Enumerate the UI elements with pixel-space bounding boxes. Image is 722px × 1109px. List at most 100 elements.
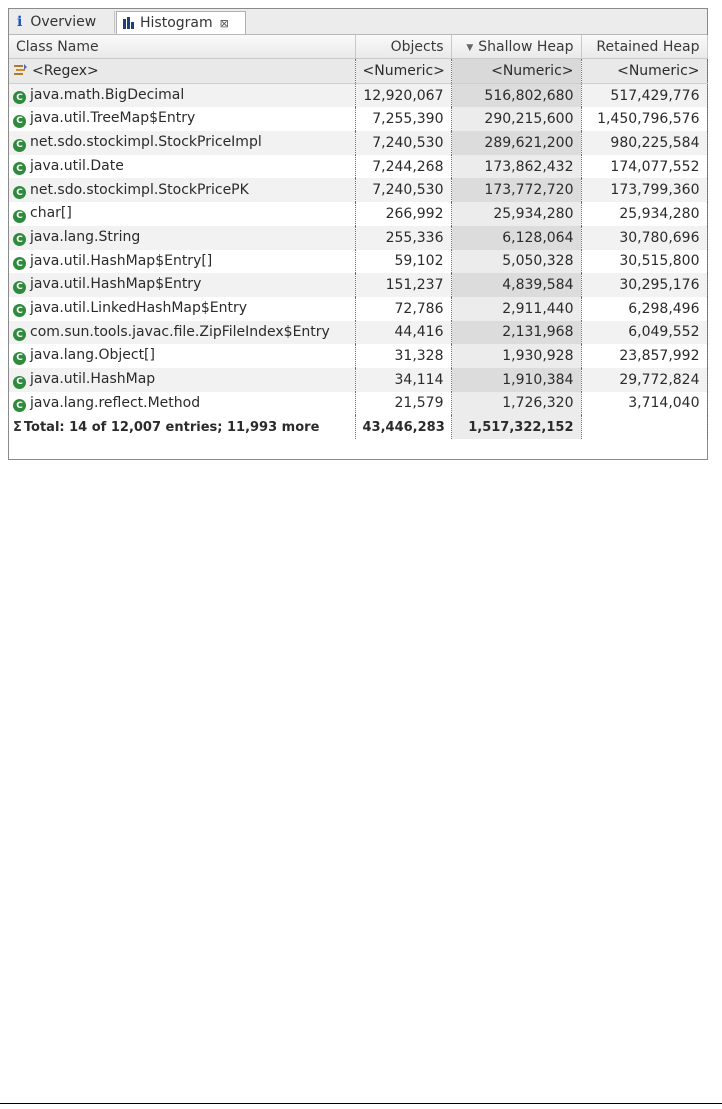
shallow-heap-cell: 289,621,200 bbox=[451, 131, 582, 155]
shallow-heap-cell: 4,839,584 bbox=[451, 273, 582, 297]
column-header-shallow-heap[interactable]: ▼ Shallow Heap bbox=[451, 35, 582, 59]
table-row[interactable]: Cjava.util.Date 7,244,268 173,862,432 174,0… bbox=[9, 154, 708, 179]
histogram-view: i Overview Histogram ⊠ Class Name Object… bbox=[8, 8, 708, 460]
sort-descending-icon: ▼ bbox=[466, 42, 474, 53]
total-shallow-heap: 1,517,322,152 bbox=[451, 415, 582, 439]
column-header-objects[interactable]: Objects bbox=[355, 35, 452, 59]
histogram-table: Class Name Objects ▼ Shallow Heap Retaine… bbox=[9, 35, 708, 439]
column-header-objects-label: Objects bbox=[390, 38, 444, 55]
objects-cell: 72,786 bbox=[355, 296, 452, 321]
table-row[interactable]: Cjava.util.HashMap$Entry[] 59,102 5,050,32… bbox=[9, 249, 708, 274]
class-name: java.lang.reflect.Method bbox=[30, 394, 201, 411]
class-name: java.util.Date bbox=[30, 157, 124, 174]
regex-filter-icon bbox=[14, 63, 27, 75]
objects-filter[interactable]: <Numeric> bbox=[355, 58, 452, 84]
class-name: java.util.HashMap$Entry bbox=[30, 276, 202, 293]
table-row[interactable]: Cjava.util.LinkedHashMap$Entry 72,786 2,91… bbox=[9, 296, 708, 321]
tab-histogram[interactable]: Histogram ⊠ bbox=[116, 11, 246, 34]
total-row: Σ Total: 14 of 12,007 entries; 11,993 mor… bbox=[9, 415, 708, 439]
class-name: java.util.LinkedHashMap$Entry bbox=[30, 299, 248, 316]
table-row[interactable]: Cjava.util.TreeMap$Entry 7,255,390 290,215… bbox=[9, 107, 708, 132]
total-label-cell: Σ Total: 14 of 12,007 entries; 11,993 mor… bbox=[9, 415, 356, 439]
class-icon: C bbox=[13, 186, 26, 200]
shallow-heap-cell: 1,910,384 bbox=[451, 367, 582, 392]
histogram-icon bbox=[123, 17, 135, 29]
info-icon: i bbox=[17, 14, 23, 30]
column-header-shallow-heap-label: Shallow Heap bbox=[478, 38, 574, 55]
page-rule bbox=[0, 1103, 722, 1104]
shallow-heap-cell: 6,128,064 bbox=[451, 225, 582, 250]
class-name-cell: Cchar[] bbox=[9, 202, 356, 226]
shallow-heap-filter[interactable]: <Numeric> bbox=[451, 58, 582, 84]
shallow-heap-cell: 516,802,680 bbox=[451, 83, 582, 108]
class-name-cell: Cjava.util.LinkedHashMap$Entry bbox=[9, 296, 356, 321]
close-icon[interactable]: ⊠ bbox=[220, 17, 229, 30]
shallow-heap-cell: 25,934,280 bbox=[451, 202, 582, 226]
objects-cell: 34,114 bbox=[355, 367, 452, 392]
column-header-retained-heap-label: Retained Heap bbox=[596, 38, 700, 55]
retained-heap-cell: 517,429,776 bbox=[581, 83, 708, 108]
retained-heap-filter[interactable]: <Numeric> bbox=[581, 58, 708, 84]
class-name-cell: Cnet.sdo.stockimpl.StockPricePK bbox=[9, 178, 356, 203]
total-retained-heap bbox=[581, 415, 708, 439]
table-row[interactable]: Cnet.sdo.stockimpl.StockPricePK 7,240,530… bbox=[9, 178, 708, 203]
table-row[interactable]: Cjava.lang.String 255,336 6,128,064 30,780,… bbox=[9, 225, 708, 250]
class-icon: C bbox=[13, 209, 26, 223]
table-row[interactable]: Cjava.lang.Object[] 31,328 1,930,928 23,857… bbox=[9, 344, 708, 368]
class-name-filter-cell[interactable]: <Regex> bbox=[9, 58, 356, 84]
class-name: java.util.HashMap$Entry[] bbox=[30, 252, 213, 269]
class-name-cell: Cjava.lang.reflect.Method bbox=[9, 391, 356, 416]
class-name-filter: <Regex> bbox=[32, 62, 99, 79]
filter-row: <Regex> <Numeric> <Numeric> <Numeric> bbox=[9, 58, 708, 84]
class-icon: C bbox=[13, 351, 26, 365]
class-name: char[] bbox=[30, 205, 72, 222]
table-row[interactable]: Cjava.util.HashMap$Entry 151,237 4,839,584… bbox=[9, 273, 708, 297]
table-row[interactable]: Cchar[] 266,992 25,934,280 25,934,280 bbox=[9, 202, 708, 226]
shallow-heap-cell: 173,772,720 bbox=[451, 178, 582, 203]
column-header-class-name[interactable]: Class Name bbox=[9, 35, 356, 59]
total-objects: 43,446,283 bbox=[355, 415, 452, 439]
class-icon: C bbox=[13, 304, 26, 318]
class-icon: C bbox=[13, 138, 26, 152]
shallow-heap-cell: 290,215,600 bbox=[451, 107, 582, 132]
retained-heap-cell: 173,799,360 bbox=[581, 178, 708, 203]
table-row[interactable]: Cjava.util.HashMap 34,114 1,910,384 29,772,… bbox=[9, 367, 708, 392]
class-name-cell: Cjava.lang.String bbox=[9, 225, 356, 250]
retained-heap-cell: 6,298,496 bbox=[581, 296, 708, 321]
class-icon: C bbox=[13, 375, 26, 389]
class-name-cell: Cjava.util.TreeMap$Entry bbox=[9, 107, 356, 132]
class-name-cell: Cjava.util.HashMap$Entry bbox=[9, 273, 356, 297]
class-icon: C bbox=[13, 257, 26, 271]
tab-histogram-label: Histogram bbox=[140, 15, 213, 31]
class-name: java.lang.String bbox=[30, 228, 141, 245]
table-row[interactable]: Cjava.math.BigDecimal 12,920,067 516,802,6… bbox=[9, 83, 708, 108]
class-name-cell: Cnet.sdo.stockimpl.StockPriceImpl bbox=[9, 131, 356, 155]
table-row[interactable]: Cnet.sdo.stockimpl.StockPriceImpl 7,240,5… bbox=[9, 131, 708, 155]
table-row[interactable]: Cjava.lang.reflect.Method 21,579 1,726,320… bbox=[9, 391, 708, 416]
table-row[interactable]: Ccom.sun.tools.javac.file.ZipFileIndex$E… bbox=[9, 320, 708, 345]
class-name: java.math.BigDecimal bbox=[30, 86, 185, 103]
retained-heap-cell: 6,049,552 bbox=[581, 320, 708, 345]
retained-heap-cell: 30,295,176 bbox=[581, 273, 708, 297]
sum-icon: Σ bbox=[13, 419, 22, 435]
class-name-cell: Cjava.util.HashMap$Entry[] bbox=[9, 249, 356, 274]
tab-overview[interactable]: i Overview bbox=[11, 11, 115, 33]
class-name: java.lang.Object[] bbox=[30, 347, 155, 364]
objects-cell: 7,244,268 bbox=[355, 154, 452, 179]
class-icon: C bbox=[13, 233, 26, 247]
class-name-cell: Cjava.lang.Object[] bbox=[9, 344, 356, 368]
objects-cell: 59,102 bbox=[355, 249, 452, 274]
objects-cell: 255,336 bbox=[355, 225, 452, 250]
objects-cell: 21,579 bbox=[355, 391, 452, 416]
shallow-heap-cell: 2,911,440 bbox=[451, 296, 582, 321]
class-name-cell: Cjava.math.BigDecimal bbox=[9, 83, 356, 108]
objects-cell: 266,992 bbox=[355, 202, 452, 226]
shallow-heap-cell: 1,726,320 bbox=[451, 391, 582, 416]
class-name: net.sdo.stockimpl.StockPricePK bbox=[30, 181, 249, 198]
column-header-retained-heap[interactable]: Retained Heap bbox=[581, 35, 708, 59]
shallow-heap-cell: 173,862,432 bbox=[451, 154, 582, 179]
objects-cell: 12,920,067 bbox=[355, 83, 452, 108]
retained-heap-cell: 980,225,584 bbox=[581, 131, 708, 155]
class-name-cell: Cjava.util.Date bbox=[9, 154, 356, 179]
objects-cell: 151,237 bbox=[355, 273, 452, 297]
